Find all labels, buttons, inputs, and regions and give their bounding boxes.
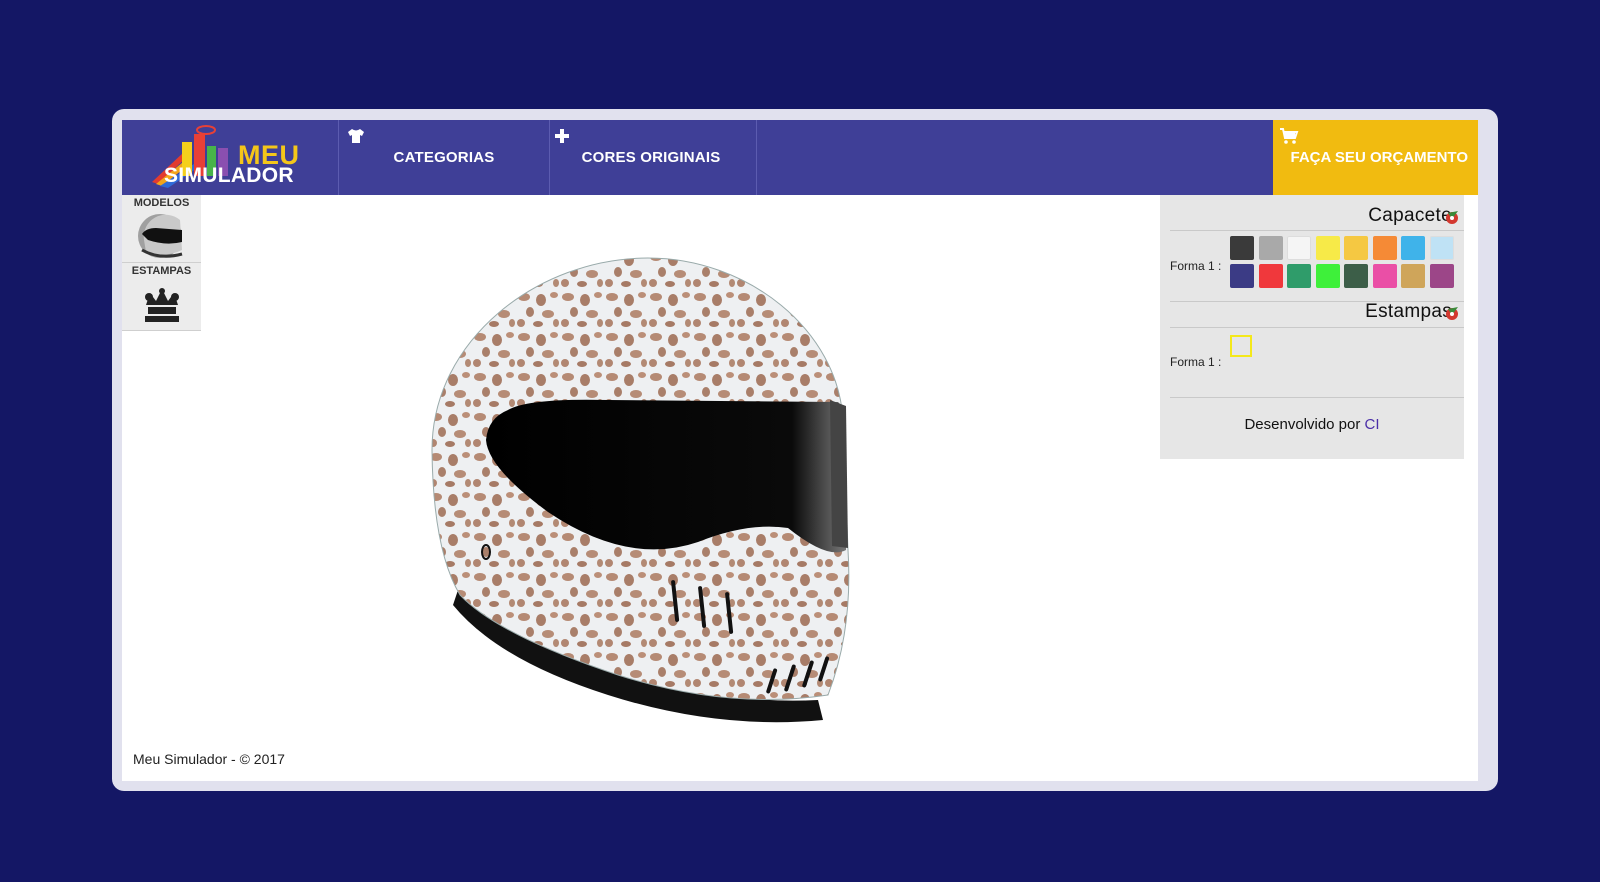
nav-categorias-label: CATEGORIAS: [393, 149, 495, 166]
color-swatch[interactable]: [1230, 236, 1254, 260]
nav-cores-originais[interactable]: CORES ORIGINAIS: [546, 120, 757, 195]
developer-link[interactable]: CI: [1365, 416, 1380, 433]
color-swatch[interactable]: [1401, 264, 1425, 288]
developed-by: Desenvolvido por CI: [1160, 416, 1464, 433]
color-swatch[interactable]: [1344, 236, 1368, 260]
shirt-icon: [347, 128, 365, 148]
top-navbar: MEU SIMULADOR CATEGORIAS CORES ORIGINAIS: [122, 120, 1478, 195]
divider: [1170, 327, 1464, 328]
sidebar-tab-modelos[interactable]: MODELOS: [122, 195, 201, 263]
paint-palette-icon[interactable]: [1444, 305, 1460, 321]
quote-button-label: FAÇA SEU ORÇAMENTO: [1290, 149, 1468, 166]
cart-icon: [1279, 127, 1299, 149]
color-swatch[interactable]: [1372, 236, 1397, 260]
helmet-preview: [431, 257, 850, 723]
crown-icon: [145, 288, 179, 322]
color-swatch[interactable]: [1401, 236, 1425, 260]
quote-button[interactable]: FAÇA SEU ORÇAMENTO: [1273, 120, 1478, 195]
estampa-selected-swatch[interactable]: [1230, 335, 1252, 357]
estampas-title: Estampas: [1365, 301, 1452, 322]
color-swatch[interactable]: [1315, 264, 1340, 288]
footer-copyright: Meu Simulador - © 2017: [133, 751, 285, 767]
color-swatch[interactable]: [1230, 264, 1254, 288]
divider: [1170, 397, 1464, 398]
color-swatch[interactable]: [1315, 236, 1340, 260]
nav-categorias[interactable]: CATEGORIAS: [339, 120, 550, 195]
app-frame: MEU SIMULADOR CATEGORIAS CORES ORIGINAIS: [112, 109, 1498, 791]
simulator-app: MEU SIMULADOR CATEGORIAS CORES ORIGINAIS: [122, 120, 1478, 781]
color-swatch[interactable]: [1429, 264, 1454, 288]
capacete-title-row: Capacete: [1156, 205, 1464, 227]
color-swatch[interactable]: [1344, 264, 1368, 288]
divider: [1170, 230, 1464, 231]
capacete-title: Capacete: [1368, 205, 1452, 226]
developed-by-text: Desenvolvido por: [1244, 416, 1361, 433]
color-swatch[interactable]: [1372, 264, 1397, 288]
color-swatch[interactable]: [1287, 236, 1311, 260]
color-swatch[interactable]: [1258, 236, 1283, 260]
color-swatch[interactable]: [1429, 236, 1454, 260]
plus-icon: [554, 128, 570, 148]
nav-cores-originais-label: CORES ORIGINAIS: [581, 149, 721, 166]
paint-palette-icon[interactable]: [1444, 209, 1460, 225]
estampas-title-row: Estampas: [1156, 301, 1464, 323]
sidebar-tab-modelos-label: MODELOS: [133, 197, 190, 209]
color-swatch[interactable]: [1287, 264, 1311, 288]
sidebar-tab-estampas-label: ESTAMPAS: [131, 265, 192, 277]
capacete-forma-label: Forma 1 :: [1170, 259, 1222, 273]
color-swatch[interactable]: [1258, 264, 1283, 288]
logo[interactable]: MEU SIMULADOR: [122, 120, 339, 195]
estampas-forma-label: Forma 1 :: [1170, 355, 1222, 369]
logo-line2: SIMULADOR: [164, 164, 294, 187]
customization-panel: Capacete Forma 1 : Estampas Forma 1 : De…: [1160, 195, 1464, 459]
sidebar-tab-estampas[interactable]: ESTAMPAS: [122, 263, 201, 331]
helmet-icon: [138, 214, 183, 258]
